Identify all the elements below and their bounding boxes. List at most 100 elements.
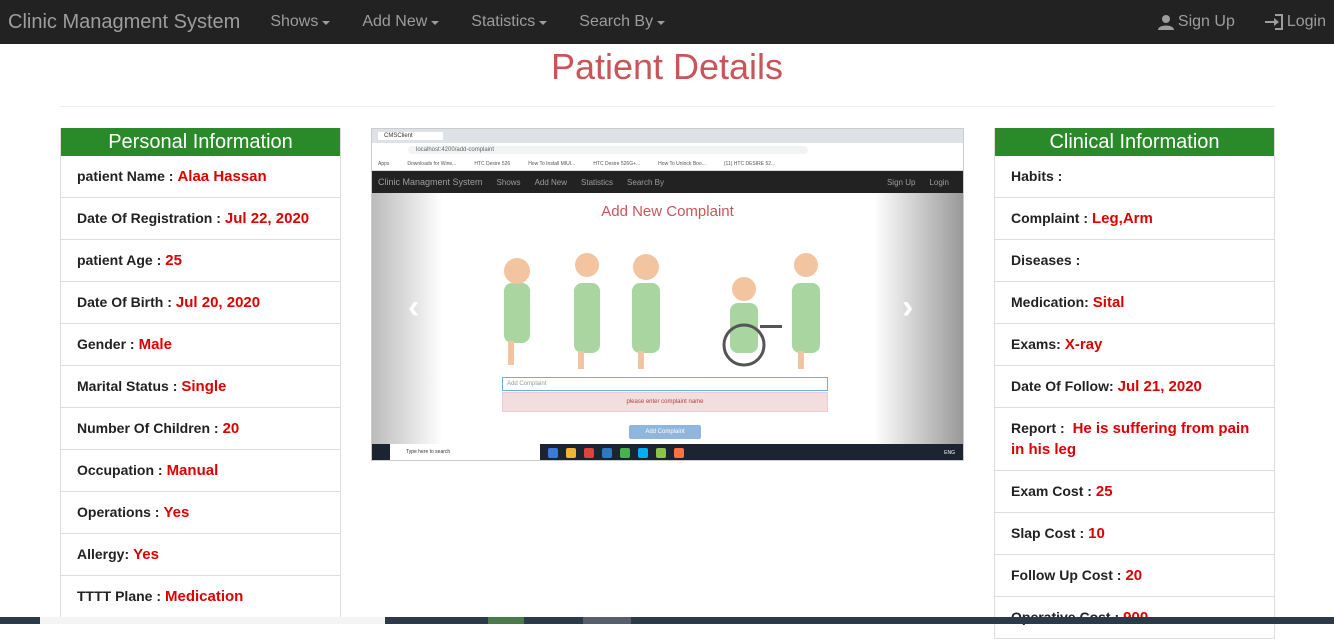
app-icon [656, 447, 666, 458]
inner-complaint-input: Add Complaint [502, 377, 828, 391]
info-row: Operations : Yes [61, 492, 340, 534]
browser-url: localhost:4200/add-complaint [408, 146, 808, 154]
inner-title: Add New Complaint [601, 203, 734, 220]
info-row: Report : He is suffering from pain in hi… [995, 408, 1274, 471]
row-value: Alaa Hassan [177, 168, 267, 185]
clinical-info-header: Clinical Information [995, 128, 1274, 156]
row-value: Leg,Arm [1092, 210, 1153, 227]
bookmark: Downloads for Wine... [407, 160, 457, 167]
row-label: Date Of Follow: [1011, 378, 1114, 394]
info-row: Date Of Registration : Jul 22, 2020 [61, 198, 340, 240]
inner-nav-item: Shows [496, 177, 521, 187]
row-label: Slap Cost : [1011, 525, 1085, 541]
row-label: Occupation : [77, 462, 163, 478]
caret-down-icon [431, 21, 440, 25]
taskbar-segment [583, 617, 631, 624]
row-label: Gender : [77, 336, 135, 352]
inner-nav-item: Add New [534, 177, 568, 187]
os-taskbar-strip [0, 617, 1334, 624]
login-icon [1264, 14, 1283, 30]
bookmark: How To Unlock Boo... [658, 160, 706, 167]
browser-bookmarks: Apps Downloads for Wine... HTC Desire 52… [372, 157, 963, 171]
brand-link[interactable]: Clinic Managment System [8, 11, 240, 34]
caret-down-icon [657, 21, 666, 25]
row-value: Jul 22, 2020 [224, 210, 310, 227]
info-row: Marital Status : Single [61, 366, 340, 408]
app-icon [548, 447, 558, 458]
caret-down-icon [539, 21, 548, 25]
bookmark: (11) HTC DESIRE 52... [723, 160, 776, 167]
row-label: patient Name : [77, 168, 174, 184]
nav-shows[interactable]: Shows [270, 13, 331, 31]
app-icon [566, 447, 576, 458]
app-icon [602, 447, 612, 458]
row-label: Follow Up Cost : [1011, 567, 1122, 583]
carousel-prev-icon[interactable]: ‹ [408, 288, 419, 327]
inner-nav-right: Sign Up Login [887, 178, 963, 187]
row-label: Medication: [1011, 294, 1089, 310]
row-label: Habits : [1011, 168, 1063, 184]
bookmark: How To Install MIUI... [528, 160, 576, 167]
app-icon [638, 447, 648, 458]
nav-add-new[interactable]: Add New [362, 13, 440, 31]
row-value: Manual [166, 462, 219, 479]
row-label: Report : [1011, 420, 1065, 436]
row-value: 20 [222, 420, 240, 437]
bookmark: HTC Desire 526G+... [593, 160, 641, 167]
carousel-next-icon[interactable]: › [902, 288, 913, 327]
taskbar-segment [488, 617, 524, 624]
app-icon [674, 447, 684, 458]
info-row: Slap Cost :10 [995, 513, 1274, 555]
info-row: patient Age :25 [61, 240, 340, 282]
nav-search-by[interactable]: Search By [579, 13, 666, 31]
carousel-image: CMSClient localhost:4200/add-complaint A… [371, 128, 964, 461]
login-link[interactable]: Login [1264, 13, 1326, 31]
info-row: Follow Up Cost :20 [995, 555, 1274, 597]
info-row: TTTT Plane : Medication [61, 576, 340, 618]
clinical-info-panel: Clinical Information Habits : Complaint … [994, 128, 1275, 639]
app-icon [584, 447, 594, 458]
row-value: Jul 21, 2020 [1117, 378, 1202, 395]
row-label: Date Of Registration : [77, 210, 221, 226]
row-label: Marital Status : [77, 378, 178, 394]
nav-statistics-label: Statistics [471, 13, 536, 30]
personal-info-header: Personal Information [61, 128, 340, 156]
taskbar-time: ENG [944, 449, 955, 456]
row-label: Operations : [77, 504, 160, 520]
app-icon [620, 447, 630, 458]
inner-nav-item: Statistics [581, 177, 614, 187]
browser-address-bar: localhost:4200/add-complaint [372, 143, 963, 157]
row-label: Diseases : [1011, 252, 1081, 268]
info-row: Habits : [995, 156, 1274, 198]
row-value: Yes [133, 546, 159, 563]
bookmark: Apps [378, 160, 390, 167]
info-row: Occupation : Manual [61, 450, 340, 492]
row-value: 10 [1088, 525, 1105, 542]
inner-navbar: Clinic Managment System Shows Add New St… [372, 171, 963, 193]
row-label: patient Age : [77, 252, 162, 268]
row-value: 25 [165, 252, 182, 269]
row-label: Exams: [1011, 336, 1061, 352]
info-row: Date Of Follow: Jul 21, 2020 [995, 366, 1274, 408]
divider [60, 106, 1275, 107]
row-value: Medication [165, 588, 244, 605]
inner-error-message: please enter complaint name [502, 392, 828, 412]
info-row: Complaint : Leg,Arm [995, 198, 1274, 240]
info-row: Allergy: Yes [61, 534, 340, 576]
bookmark: HTC Desire 526 [474, 160, 511, 167]
inner-sign-up: Sign Up [886, 177, 916, 187]
windows-taskbar: Type here to search ENG [372, 444, 963, 460]
caret-down-icon [322, 21, 331, 25]
taskbar-search: Type here to search [390, 444, 540, 460]
page-title: Patient Details [550, 46, 784, 87]
taskbar-segment [40, 617, 385, 624]
row-value: 20 [1125, 567, 1143, 584]
top-navbar: Clinic Managment System Shows Add New St… [0, 0, 1334, 44]
row-value: 25 [1095, 483, 1113, 500]
row-label: Number Of Children : [77, 420, 219, 436]
row-value: Single [181, 378, 227, 395]
inner-login: Login [929, 177, 949, 187]
sign-up-link[interactable]: Sign Up [1157, 13, 1235, 31]
sign-up-label: Sign Up [1177, 13, 1235, 30]
nav-statistics[interactable]: Statistics [471, 13, 548, 31]
